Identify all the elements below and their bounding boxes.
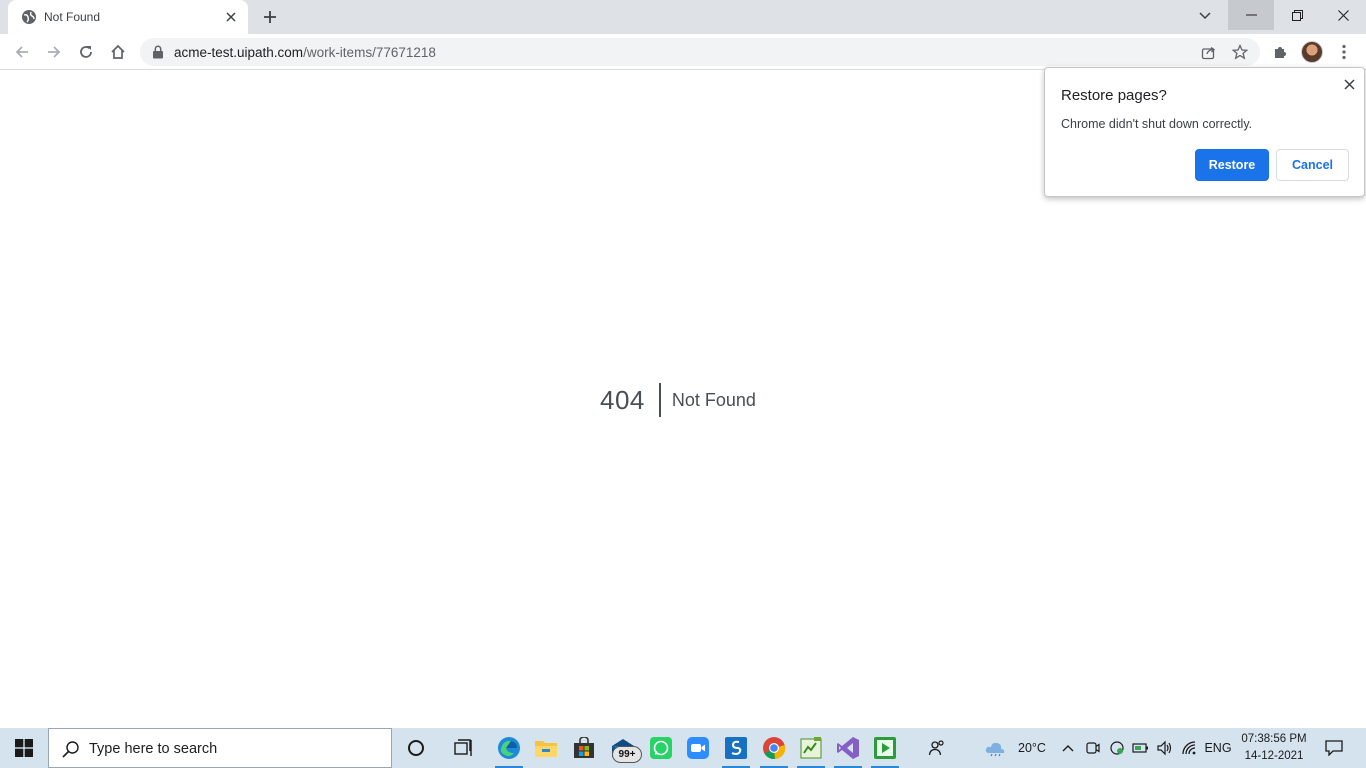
lock-icon[interactable] xyxy=(152,45,164,59)
weather-cloud-icon[interactable] xyxy=(982,728,1008,768)
home-icon[interactable] xyxy=(104,38,132,66)
dialog-close-icon[interactable] xyxy=(1339,74,1359,94)
globe-icon xyxy=(22,10,36,24)
microsoft-store-icon[interactable] xyxy=(566,728,602,768)
share-icon[interactable] xyxy=(1198,42,1218,62)
security-shield-icon[interactable] xyxy=(1106,728,1128,768)
forward-arrow-icon[interactable] xyxy=(40,38,68,66)
browser-toolbar: acme-test.uipath.com/work-items/77671218 xyxy=(0,34,1366,70)
clock-date: 14-12-2021 xyxy=(1244,750,1304,762)
not-found-message: 404 Not Found xyxy=(600,382,756,418)
dialog-body: Chrome didn't shut down correctly. xyxy=(1061,117,1253,131)
extensions-puzzle-icon[interactable] xyxy=(1266,38,1294,66)
meet-now-icon[interactable] xyxy=(1082,728,1104,768)
restore-pages-dialog: Restore pages? Chrome didn't shut down c… xyxy=(1044,67,1365,197)
url-path: /work-items/77671218 xyxy=(303,45,436,60)
profile-avatar[interactable] xyxy=(1301,41,1323,63)
tab-search-chevron-icon[interactable] xyxy=(1193,4,1217,28)
edge-icon[interactable] xyxy=(491,728,527,768)
search-placeholder: Type here to search xyxy=(89,741,218,757)
close-window-button[interactable] xyxy=(1320,0,1366,30)
input-language[interactable]: ENG xyxy=(1204,728,1232,768)
wifi-icon[interactable] xyxy=(1178,728,1202,768)
restore-down-button[interactable] xyxy=(1274,0,1320,30)
mail-count-badge: 99+ xyxy=(612,746,642,763)
windows-start-icon[interactable] xyxy=(0,728,48,768)
chevron-up-icon[interactable] xyxy=(1058,728,1078,768)
uipath-player-icon[interactable] xyxy=(867,728,903,768)
zoom-icon[interactable] xyxy=(680,728,716,768)
tab-active[interactable]: Not Found xyxy=(8,0,248,34)
tab-title: Not Found xyxy=(44,10,101,24)
notepad-plus-icon[interactable] xyxy=(793,728,829,768)
cancel-button[interactable]: Cancel xyxy=(1276,149,1349,181)
task-view-icon[interactable] xyxy=(446,728,482,768)
people-icon[interactable] xyxy=(922,728,952,768)
cortana-icon[interactable] xyxy=(398,728,434,768)
error-text: Not Found xyxy=(671,389,756,410)
notification-center-icon[interactable] xyxy=(1318,728,1350,768)
taskbar-search-box[interactable]: Type here to search xyxy=(48,728,392,768)
restore-button[interactable]: Restore xyxy=(1195,149,1269,181)
whatsapp-icon[interactable] xyxy=(643,728,679,768)
search-icon xyxy=(62,741,79,758)
address-bar[interactable]: acme-test.uipath.com/work-items/77671218 xyxy=(140,38,1260,66)
url-text[interactable]: acme-test.uipath.com/work-items/77671218 xyxy=(174,45,436,60)
dialog-title: Restore pages? xyxy=(1061,87,1167,104)
kebab-menu-icon[interactable] xyxy=(1330,38,1358,66)
clock-time: 07:38:56 PM xyxy=(1241,733,1307,745)
tab-close-icon[interactable] xyxy=(222,8,240,26)
file-explorer-icon[interactable] xyxy=(528,728,564,768)
system-clock[interactable]: 07:38:56 PM 14-12-2021 xyxy=(1236,731,1312,765)
volume-icon[interactable] xyxy=(1154,728,1176,768)
error-code: 404 xyxy=(600,384,645,415)
uipath-studio-icon[interactable] xyxy=(718,728,754,768)
chrome-icon[interactable] xyxy=(756,728,792,768)
back-arrow-icon[interactable] xyxy=(8,38,36,66)
new-tab-button[interactable] xyxy=(259,6,281,28)
browser-titlebar: Not Found xyxy=(0,0,1366,34)
weather-temperature[interactable]: 20°C xyxy=(1010,728,1054,768)
reload-icon[interactable] xyxy=(72,38,100,66)
windows-taskbar: Type here to search 20°C ENG 07:38:56 PM… xyxy=(0,728,1366,768)
visual-studio-icon[interactable] xyxy=(830,728,866,768)
battery-icon[interactable] xyxy=(1130,728,1152,768)
url-host: acme-test.uipath.com xyxy=(174,45,304,60)
bookmark-star-icon[interactable] xyxy=(1230,42,1250,62)
minimize-button[interactable] xyxy=(1228,0,1274,30)
